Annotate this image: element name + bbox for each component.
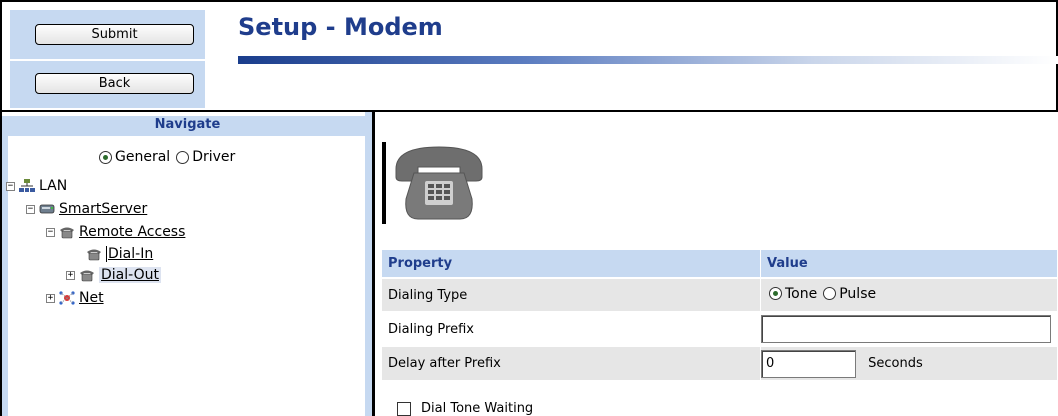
tree-label-dial-in[interactable]: Dial-In [108,246,153,262]
page-title: Setup - Modem [238,13,443,41]
delay-unit-label: Seconds [868,356,923,371]
tree-label-lan[interactable]: LAN [39,178,67,194]
telephone-icon [395,146,483,220]
network-icon [19,179,35,192]
dialing-type-radio-group: Tone Pulse [761,286,882,302]
tree-item-net[interactable]: + Net [46,290,104,306]
value-column-header: Value [760,250,1058,278]
back-button[interactable]: Back [35,73,194,94]
navigate-header: Navigate [8,116,367,136]
general-radio[interactable] [99,150,112,164]
phone-icon [80,270,94,282]
phone-icon [87,249,101,261]
dialing-prefix-value [760,311,1058,346]
delay-after-prefix-value: Seconds [760,345,1058,380]
tree-item-smartserver[interactable]: − SmartServer [26,201,147,217]
action-panel: Submit Back [10,10,205,108]
tree-item-dial-in[interactable]: Dial-In [86,246,153,262]
dialing-prefix-input[interactable] [761,315,1051,343]
tree-label-dial-out[interactable]: Dial-Out [99,267,161,283]
phone-icon [60,227,74,239]
tree-item-lan[interactable]: − LAN [6,178,67,194]
tree-item-remote-access[interactable]: − Remote Access [46,224,185,240]
nav-strip [2,116,8,416]
tree-item-dial-out[interactable]: + Dial-Out [66,267,161,283]
property-table: Property Value Dialing Type Tone Pulse D… [382,250,1058,380]
table-row-dialing-prefix: Dialing Prefix [382,311,1058,346]
collapse-icon[interactable]: − [6,181,15,191]
tone-radio-label[interactable]: Tone [785,286,817,302]
dial-tone-waiting-checkbox[interactable] [397,401,411,416]
net-icon [59,291,75,305]
selection-bar [382,142,386,224]
table-row-dialing-type: Dialing Type Tone Pulse [382,277,1058,312]
dialing-type-value: Tone Pulse [760,277,1058,312]
panel-divider [10,59,205,61]
dial-tone-waiting-row: Dial Tone Waiting [397,401,533,416]
view-mode-radio-group: General Driver [99,149,241,165]
collapse-icon[interactable]: − [46,227,55,237]
title-gradient-bar [238,56,1058,64]
content-frame: Property Value Dialing Type Tone Pulse D… [375,112,1058,416]
tone-radio[interactable] [769,287,782,301]
driver-radio[interactable] [176,150,190,164]
delay-after-prefix-label: Delay after Prefix [382,345,761,380]
expand-icon[interactable]: + [46,293,55,303]
tree-label-net[interactable]: Net [79,290,104,306]
driver-radio-label[interactable]: Driver [192,149,235,165]
general-radio-label[interactable]: General [115,149,170,165]
navigate-frame: Navigate General Driver − LAN − SmartSer… [2,112,373,416]
header-frame: Submit Back Setup - Modem [0,0,1058,110]
dialing-prefix-label: Dialing Prefix [382,311,761,346]
pulse-radio-label[interactable]: Pulse [839,286,876,302]
expand-icon[interactable]: + [66,270,75,280]
pulse-radio[interactable] [823,287,837,301]
property-column-header: Property [382,250,761,278]
delay-after-prefix-input[interactable] [761,349,856,378]
submit-button[interactable]: Submit [35,24,194,45]
dialing-type-label: Dialing Type [382,277,761,312]
collapse-icon[interactable]: − [26,204,35,214]
text-caret [106,246,107,262]
dial-tone-waiting-label[interactable]: Dial Tone Waiting [421,401,533,416]
table-row-delay-after-prefix: Delay after Prefix Seconds [382,345,1058,380]
table-header-row: Property Value [382,250,1058,278]
server-icon [39,204,55,214]
tree-label-remote-access[interactable]: Remote Access [79,224,185,240]
tree-label-smartserver[interactable]: SmartServer [59,201,147,217]
